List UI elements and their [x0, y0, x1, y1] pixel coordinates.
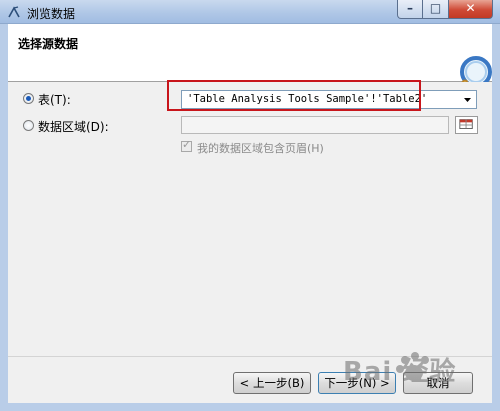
range-picker-icon: [459, 119, 473, 129]
table-radio[interactable]: [23, 93, 34, 104]
data-range-label: 数据区域(D):: [38, 120, 109, 134]
wizard-header: 选择源数据: [8, 24, 492, 102]
highlight-annotation: [167, 80, 421, 111]
minimize-button[interactable]: –: [397, 0, 423, 19]
window-frame-bottom: [0, 403, 500, 411]
data-range-radio[interactable]: [23, 120, 34, 131]
minimize-icon: –: [407, 1, 413, 15]
watermark-logo: Bai 经验: [343, 352, 456, 387]
maximize-icon: □: [429, 1, 442, 15]
window-title: 浏览数据: [27, 7, 76, 21]
range-picker-button[interactable]: [455, 116, 478, 134]
headers-checkbox-label: 我的数据区域包含页眉(H): [197, 142, 324, 155]
title-bar[interactable]: 浏览数据 – □ ✕: [0, 0, 500, 24]
close-icon: ✕: [465, 1, 476, 15]
page-title: 选择源数据: [18, 37, 79, 51]
app-icon: [8, 6, 20, 18]
headers-checkbox[interactable]: [181, 138, 192, 152]
window-frame-left: [0, 24, 8, 411]
close-button[interactable]: ✕: [449, 0, 493, 19]
table-label: 表(T):: [38, 93, 71, 107]
maximize-button[interactable]: □: [423, 0, 449, 19]
watermark-text: Bai 经验: [343, 356, 456, 387]
chevron-down-icon[interactable]: [461, 93, 474, 106]
data-range-input[interactable]: [181, 116, 449, 134]
